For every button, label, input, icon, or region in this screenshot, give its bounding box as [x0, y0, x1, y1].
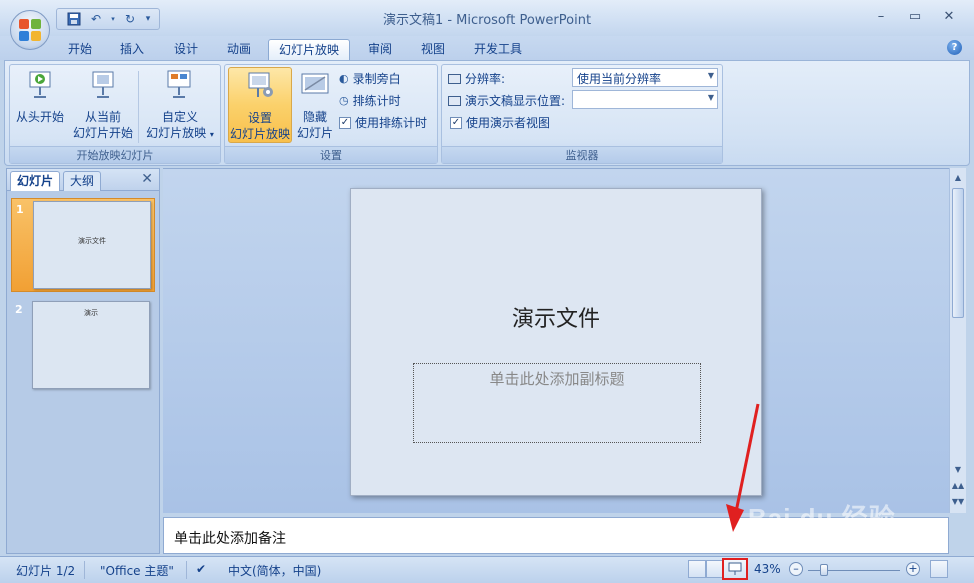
window-controls: – ▭ ✕ [870, 6, 960, 26]
group-monitors: 分辨率: 使用当前分辨率 ▼ 演示文稿显示位置: ▼ ✓ 使用演示者视图 监视器 [441, 64, 723, 164]
status-bar: 幻灯片 1/2 "Office 主题" ✔ 中文(简体，中国) 43% – + [0, 556, 974, 583]
group-label: 监视器 [442, 146, 722, 163]
group-setup: 设置 幻灯片放映 隐藏 幻灯片 ◐ 录制旁白 ◷ 排练计时 ✓ 使用排练计时 设… [224, 64, 438, 164]
show-on-select[interactable]: ▼ [572, 90, 718, 109]
chevron-down-icon: ▼ [707, 93, 714, 102]
theme-name: "Office 主题" [100, 564, 174, 578]
office-button[interactable] [10, 10, 50, 50]
resolution-select[interactable]: 使用当前分辨率 ▼ [572, 68, 718, 87]
group-start-slideshow: 从头开始 从当前 幻灯片开始 自定义 幻灯片放映 ▾ 开始放映幻灯片 [9, 64, 221, 164]
chevron-down-icon: ▼ [707, 71, 714, 80]
checkbox-checked-icon[interactable]: ✓ [339, 116, 351, 129]
close-icon[interactable]: ✕ [938, 6, 960, 26]
tab-insert[interactable]: 插入 [110, 39, 154, 60]
clock-icon: ◷ [339, 94, 349, 107]
from-beginning-button[interactable]: 从头开始 [14, 69, 66, 125]
scrollbar-thumb[interactable] [952, 188, 964, 318]
office-logo-icon [19, 19, 41, 41]
thumbnail-image: 演示 [32, 301, 150, 389]
previous-slide-icon[interactable]: ▲▲ [951, 478, 965, 494]
tab-outline[interactable]: 大纲 [63, 171, 102, 191]
rehearse-timings-button[interactable]: ◷ 排练计时 [339, 92, 401, 109]
ribbon: 从头开始 从当前 幻灯片开始 自定义 幻灯片放映 ▾ 开始放映幻灯片 设置 幻灯… [4, 60, 970, 166]
minimize-icon[interactable]: – [870, 6, 892, 26]
microphone-icon: ◐ [339, 72, 349, 85]
fit-to-window-icon[interactable] [930, 560, 948, 578]
group-label: 设置 [225, 146, 437, 163]
zoom-level[interactable]: 43% [754, 562, 781, 576]
slide-canvas[interactable]: 演示文件 单击此处添加副标题 [350, 188, 762, 496]
watermark-logo: Bai du 经验 [748, 503, 896, 533]
custom-slideshow-button[interactable]: 自定义 幻灯片放映 ▾ [142, 69, 218, 143]
tab-home[interactable]: 开始 [58, 39, 102, 60]
setup-slideshow-icon [248, 72, 273, 97]
tab-slides[interactable]: 幻灯片 [10, 171, 61, 191]
show-on-label: 演示文稿显示位置: [448, 92, 565, 109]
hide-slide-icon [301, 73, 329, 94]
tab-review[interactable]: 审阅 [358, 39, 402, 60]
spell-check-icon[interactable]: ✔ [196, 562, 206, 576]
group-divider [138, 71, 139, 143]
slide-thumbnail-1[interactable]: 1 演示文件 [11, 198, 155, 292]
group-label: 开始放映幻灯片 [10, 146, 220, 163]
hide-slide-button[interactable]: 隐藏 幻灯片 [295, 69, 335, 141]
slide-count: 幻灯片 1/2 [16, 564, 76, 578]
slide-number: 1 [16, 203, 24, 216]
notes-placeholder: 单击此处添加备注 [174, 531, 286, 547]
watermark-url: jingyan.baidu.com [752, 535, 841, 547]
resolution-label: 分辨率: [448, 70, 505, 87]
slide-thumbnail-2[interactable]: 2 演示 [11, 299, 155, 393]
projector-current-icon [92, 71, 114, 98]
scroll-up-icon[interactable]: ▲ [951, 170, 965, 186]
close-pane-icon[interactable]: ✕ [141, 171, 153, 187]
next-slide-icon[interactable]: ▼▼ [951, 494, 965, 510]
projector-icon [728, 562, 742, 575]
normal-view-button[interactable] [688, 560, 706, 578]
maximize-icon[interactable]: ▭ [904, 6, 926, 26]
projector-screen-icon [29, 71, 51, 98]
pane-tabs: 幻灯片 大纲 ✕ [7, 169, 159, 191]
subtitle-placeholder[interactable]: 单击此处添加副标题 [413, 363, 701, 443]
separator [84, 561, 85, 579]
ribbon-tabs: 开始 插入 设计 动画 幻灯片放映 审阅 视图 开发工具 ? [0, 36, 974, 60]
slide-number: 2 [15, 303, 23, 316]
tab-developer[interactable]: 开发工具 [464, 39, 532, 60]
tab-view[interactable]: 视图 [411, 39, 455, 60]
chevron-down-icon: ▾ [209, 130, 214, 139]
slides-pane: 幻灯片 大纲 ✕ 1 演示文件 2 演示 [6, 168, 160, 554]
presenter-view-checkbox[interactable]: ✓ 使用演示者视图 [450, 114, 550, 131]
zoom-slider-knob[interactable] [820, 564, 828, 576]
use-timings-checkbox[interactable]: ✓ 使用排练计时 [339, 114, 427, 131]
title-bar: ↶ ▾ ↻ ▾ 演示文稿1 - Microsoft PowerPoint – ▭… [0, 0, 974, 36]
checkbox-checked-icon[interactable]: ✓ [450, 116, 462, 129]
help-icon[interactable]: ? [947, 40, 962, 55]
record-narration-button[interactable]: ◐ 录制旁白 [339, 70, 401, 87]
scroll-down-icon[interactable]: ▼ [951, 462, 965, 478]
monitor-icon [448, 73, 461, 84]
zoom-in-icon[interactable]: + [906, 562, 920, 576]
zoom-out-icon[interactable]: – [789, 562, 803, 576]
language: 中文(简体，中国) [228, 564, 322, 578]
window-title: 演示文稿1 - Microsoft PowerPoint [382, 13, 592, 28]
thumbnail-image: 演示文件 [33, 201, 151, 289]
watermark: Bai du 经验 jingyan.baidu.com [748, 498, 896, 547]
monitor-icon [448, 95, 461, 106]
custom-show-icon [167, 70, 191, 98]
tab-slideshow[interactable]: 幻灯片放映 [268, 39, 351, 60]
slideshow-view-button[interactable] [722, 558, 748, 580]
separator [186, 561, 187, 579]
vertical-scrollbar[interactable]: ▲ ▼ ▲▲ ▼▼ [949, 168, 966, 513]
slide-editor: 演示文件 单击此处添加副标题 [163, 168, 949, 513]
tab-design[interactable]: 设计 [164, 39, 208, 60]
tab-animations[interactable]: 动画 [217, 39, 261, 60]
slide-title[interactable]: 演示文件 [351, 301, 761, 333]
setup-slideshow-button[interactable]: 设置 幻灯片放映 [228, 67, 292, 143]
from-current-slide-button[interactable]: 从当前 幻灯片开始 [70, 69, 136, 141]
